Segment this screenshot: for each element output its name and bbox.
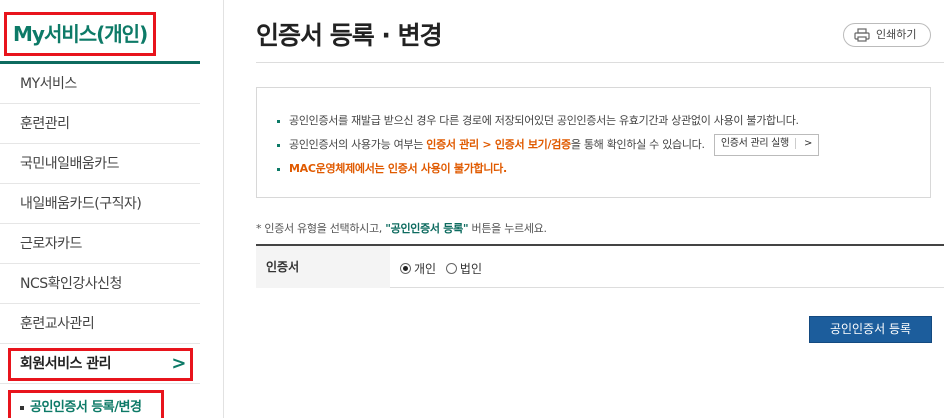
bullet-icon bbox=[277, 143, 280, 147]
sidebar-title[interactable]: My서비스(개인) bbox=[4, 12, 156, 56]
page-title: 인증서 등록 · 변경 bbox=[256, 21, 443, 50]
bullet-icon bbox=[277, 167, 280, 171]
sidebar: My서비스(개인) MY서비스 훈련관리 국민내일배움카드 내일배움카드(구직자… bbox=[0, 0, 224, 418]
sidebar-item-jobseeker-card[interactable]: 내일배움카드(구직자) bbox=[0, 184, 200, 224]
highlight-box-member-service bbox=[8, 348, 193, 381]
cert-type-form: 인증서 개인 법인 bbox=[256, 244, 944, 288]
guide-suffix: 버튼을 누르세요. bbox=[468, 222, 547, 235]
notice-text: 공인인증서를 재발급 받으신 경우 다른 경로에 저장되어있던 공인인증서는 유… bbox=[289, 114, 799, 127]
notice-text: 을 통해 확인하실 수 있습니다. bbox=[570, 138, 705, 151]
cert-register-button[interactable]: 공인인증서 등록 bbox=[809, 316, 932, 343]
notice-warning: MAC운영체제에서는 인증서 사용이 불가합니다. bbox=[289, 162, 507, 175]
notice-line-validity: 공인인증서의 사용가능 여부는 인증서 관리 > 인증서 보기/검증을 통해 확… bbox=[277, 134, 820, 156]
highlight-box-cert-register bbox=[8, 390, 164, 418]
chevron-right-icon: > bbox=[794, 138, 812, 149]
sidebar-item-national-card[interactable]: 국민내일배움카드 bbox=[0, 144, 200, 184]
radio-corporate-label[interactable]: 법인 bbox=[460, 262, 482, 276]
guide-prefix: * 인증서 유형을 선택하시고, bbox=[256, 222, 386, 235]
sidebar-item-training[interactable]: 훈련관리 bbox=[0, 104, 200, 144]
radio-personal[interactable] bbox=[400, 263, 411, 274]
print-label: 인쇄하기 bbox=[876, 28, 917, 41]
notice-highlight: 인증서 관리 > 인증서 보기/검증 bbox=[426, 138, 571, 151]
cert-manager-run-button[interactable]: 인증서 관리 실행 > bbox=[713, 134, 820, 156]
cert-type-radio-group: 개인 법인 bbox=[400, 260, 488, 277]
bullet-icon bbox=[277, 119, 280, 123]
notice-line-mac: MAC운영체제에서는 인증서 사용이 불가합니다. bbox=[277, 160, 507, 176]
radio-personal-label[interactable]: 개인 bbox=[414, 262, 436, 276]
notice-box: 공인인증서를 재발급 받으신 경우 다른 경로에 저장되어있던 공인인증서는 유… bbox=[256, 87, 931, 198]
printer-icon bbox=[854, 28, 870, 42]
guide-text: * 인증서 유형을 선택하시고, "공인인증서 등록" 버튼을 누르세요. bbox=[256, 220, 547, 236]
sidebar-item-worker-card[interactable]: 근로자카드 bbox=[0, 224, 200, 264]
notice-line-reissue: 공인인증서를 재발급 받으신 경우 다른 경로에 저장되어있던 공인인증서는 유… bbox=[277, 112, 799, 128]
run-button-label: 인증서 관리 실행 bbox=[720, 138, 789, 149]
sidebar-item-ncs-instructor[interactable]: NCS확인강사신청 bbox=[0, 264, 200, 304]
sidebar-item-teacher-mgmt[interactable]: 훈련교사관리 bbox=[0, 304, 200, 344]
radio-corporate[interactable] bbox=[445, 263, 457, 274]
notice-text: 공인인증서의 사용가능 여부는 bbox=[289, 138, 427, 151]
sidebar-item-my-service[interactable]: MY서비스 bbox=[0, 64, 200, 104]
print-button[interactable]: 인쇄하기 bbox=[843, 23, 931, 47]
guide-emphasis: "공인인증서 등록" bbox=[385, 222, 469, 235]
title-divider bbox=[256, 62, 944, 63]
cert-type-label: 인증서 bbox=[256, 246, 390, 288]
sidebar-menu: MY서비스 훈련관리 국민내일배움카드 내일배움카드(구직자) 근로자카드 NC… bbox=[0, 64, 200, 384]
